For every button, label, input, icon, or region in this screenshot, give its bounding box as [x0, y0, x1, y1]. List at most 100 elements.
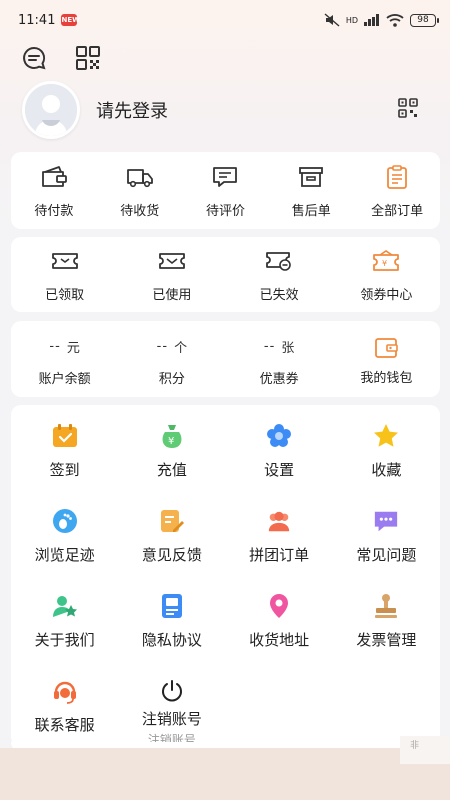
asset-value: --	[156, 339, 169, 354]
about-user-icon	[52, 593, 78, 619]
order-pending-review[interactable]: 待评价	[183, 152, 269, 229]
service-label: 注销账号	[141, 710, 202, 728]
service-label: 浏览足迹	[34, 546, 95, 564]
ticket-expired-icon	[264, 246, 294, 276]
avatar[interactable]	[22, 81, 80, 139]
status-bar: 11:41 NEW HD 98	[0, 0, 450, 40]
app-notification-icon: NEW	[61, 14, 80, 26]
wallet-orange-icon	[371, 333, 401, 363]
coupon-used[interactable]: 已使用	[118, 237, 225, 312]
service-label: 拼团订单	[249, 546, 310, 564]
asset-label: 我的钱包	[360, 370, 413, 386]
service-feedback[interactable]: 意见反馈	[118, 506, 225, 591]
order-label: 全部订单	[371, 204, 424, 219]
service-label: 常见问题	[356, 546, 417, 564]
wifi-icon	[386, 13, 404, 27]
svg-text:¥: ¥	[382, 259, 387, 268]
money-bag-icon: ¥	[159, 423, 185, 449]
asset-label: 积分	[158, 371, 185, 387]
asset-value: --	[49, 339, 61, 354]
coupon-expired[interactable]: 已失效	[226, 237, 333, 312]
order-label: 售后单	[291, 204, 331, 219]
corner-label: 非	[400, 736, 450, 764]
hd-label: HD	[345, 15, 358, 25]
power-icon	[159, 678, 185, 704]
coupon-center[interactable]: ¥ 领券中心	[333, 237, 440, 312]
profile-header[interactable]: 请先登录	[22, 81, 432, 139]
service-label: 隐私协议	[141, 631, 202, 649]
battery-icon: 98	[410, 13, 439, 27]
service-label: 意见反馈	[141, 546, 202, 564]
scan-icon[interactable]	[74, 44, 102, 72]
order-label: 待评价	[205, 204, 245, 219]
service-privacy[interactable]: 隐私协议	[118, 591, 225, 676]
clipboard-icon	[382, 162, 412, 192]
ticket-icon	[50, 246, 80, 276]
svg-text:¥: ¥	[168, 436, 174, 447]
asset-unit: 元	[66, 341, 80, 356]
service-address[interactable]: 收货地址	[226, 591, 333, 676]
service-label: 关于我们	[34, 631, 95, 649]
service-group-orders[interactable]: 拼团订单	[226, 506, 333, 591]
stamp-icon	[373, 593, 399, 619]
service-label: 联系客服	[34, 716, 95, 734]
service-label: 发票管理	[356, 631, 417, 649]
group-icon	[266, 508, 292, 534]
location-pin-icon	[266, 593, 292, 619]
service-label: 收藏	[371, 461, 402, 479]
wallet-icon	[39, 162, 69, 192]
asset-unit: 个	[174, 341, 188, 356]
asset-unit: 张	[281, 341, 295, 356]
service-about[interactable]: 关于我们	[11, 591, 118, 676]
service-label: 充值	[156, 461, 187, 479]
order-pending-receipt[interactable]: 待收货	[97, 152, 183, 229]
asset-label: 账户余额	[38, 371, 91, 387]
coupon-center-icon: ¥	[371, 246, 401, 276]
message-icon[interactable]	[20, 44, 48, 72]
orders-card: 待付款 待收货 待评价 售后单 全部订单	[11, 152, 440, 229]
service-history[interactable]: 浏览足迹	[11, 506, 118, 591]
flower-gear-icon	[266, 423, 292, 449]
truck-icon	[125, 162, 155, 192]
order-pending-payment[interactable]: 待付款	[11, 152, 97, 229]
login-prompt[interactable]: 请先登录	[96, 97, 168, 123]
service-invoice[interactable]: 发票管理	[333, 591, 440, 676]
services-card: 签到 ¥ 充值 设置 收藏 浏览足迹 意见反馈 拼团订单 常见问题 关于我们 隐…	[11, 405, 440, 747]
ticket-used-icon	[157, 246, 187, 276]
order-label: 待收货	[120, 204, 160, 219]
service-settings[interactable]: 设置	[226, 421, 333, 506]
headset-icon	[52, 678, 78, 704]
order-label: 待付款	[34, 204, 74, 219]
coupon-label: 已使用	[152, 288, 192, 303]
star-icon	[373, 423, 399, 449]
asset-value: --	[263, 339, 276, 354]
signal-icon	[364, 14, 379, 26]
bottom-overlay	[0, 748, 450, 800]
service-faq[interactable]: 常见问题	[333, 506, 440, 591]
coupon-label: 领券中心	[360, 288, 413, 303]
assets-card: -- 元 账户余额 -- 个 积分 -- 张 优惠券 我的钱包	[11, 321, 440, 397]
coupon-label: 已领取	[45, 288, 85, 303]
service-label: 收货地址	[249, 631, 310, 649]
service-label: 签到	[49, 461, 80, 479]
asset-label: 优惠券	[259, 371, 299, 387]
service-label: 设置	[264, 461, 295, 479]
coupon-label: 已失效	[259, 288, 299, 303]
status-time: 11:41	[18, 12, 56, 28]
order-after-sales[interactable]: 售后单	[268, 152, 354, 229]
asset-coupons[interactable]: -- 张 优惠券	[226, 321, 333, 397]
asset-points[interactable]: -- 个 积分	[118, 321, 225, 397]
service-sign-in[interactable]: 签到	[11, 421, 118, 506]
coupon-claimed[interactable]: 已领取	[11, 237, 118, 312]
order-all[interactable]: 全部订单	[354, 152, 440, 229]
service-recharge[interactable]: ¥ 充值	[118, 421, 225, 506]
faq-chat-icon	[373, 508, 399, 534]
box-icon	[296, 162, 326, 192]
privacy-doc-icon	[159, 593, 185, 619]
my-wallet[interactable]: 我的钱包	[333, 321, 440, 397]
footprint-icon	[52, 508, 78, 534]
qr-code-icon[interactable]	[398, 98, 420, 120]
service-favorites[interactable]: 收藏	[333, 421, 440, 506]
asset-balance[interactable]: -- 元 账户余额	[11, 321, 118, 397]
coupons-card: 已领取 已使用 已失效 ¥ 领券中心	[11, 237, 440, 312]
